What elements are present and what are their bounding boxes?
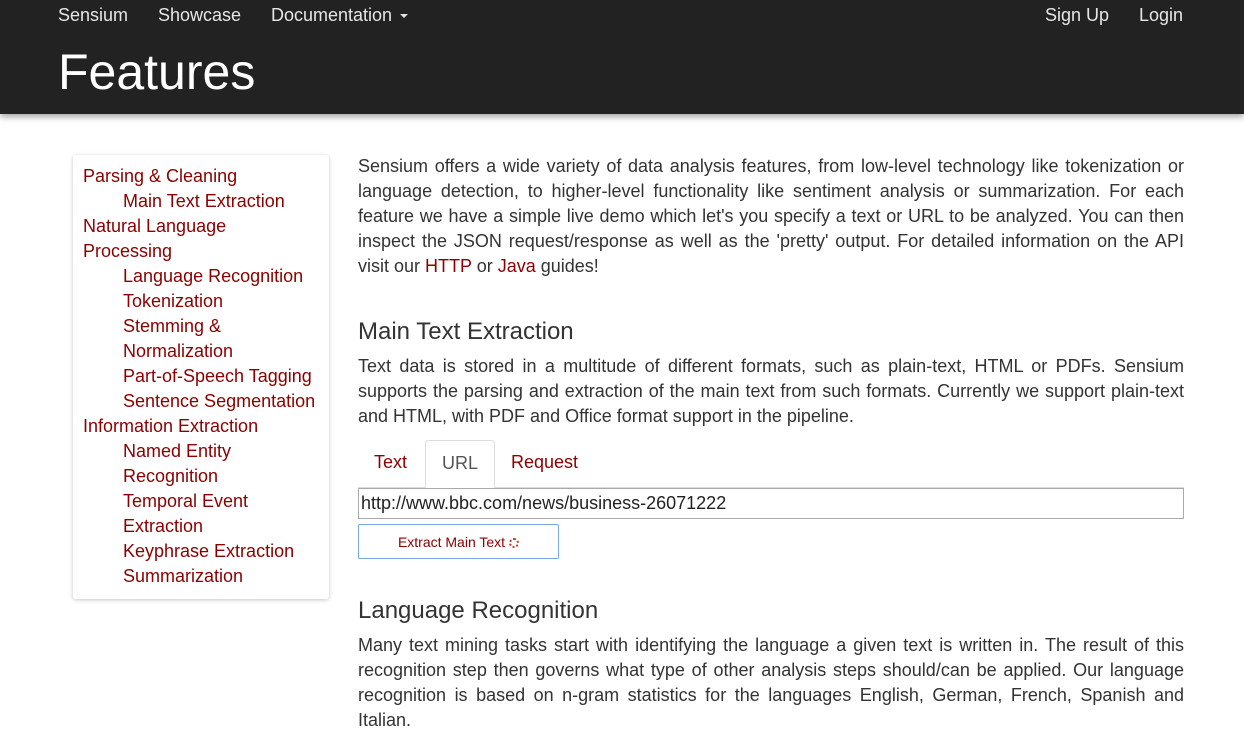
main-text-extraction-description: Text data is stored in a multitude of di… (358, 356, 1184, 426)
nav-documentation-label: Documentation (271, 5, 393, 25)
url-input[interactable] (358, 488, 1184, 519)
intro-or-text: or (471, 256, 498, 276)
input-tabs: Text URL Request (358, 440, 1184, 488)
sidebar-item-parsing-cleaning[interactable]: Parsing & Cleaning (83, 164, 321, 189)
page-title: Features (58, 44, 256, 100)
main-content: Sensium offers a wide variety of data an… (358, 154, 1184, 733)
sidebar-nav: Parsing & Cleaning Main Text Extraction … (73, 155, 329, 599)
sidebar-item-language-recognition[interactable]: Language Recognition (83, 264, 321, 289)
sidebar-item-temporal-event-extraction[interactable]: Temporal Event Extraction (83, 489, 263, 539)
language-recognition-description: Many text mining tasks start with identi… (358, 635, 1184, 730)
sidebar-item-sentence-segmentation[interactable]: Sentence Segmentation (83, 389, 321, 414)
sidebar-item-main-text-extraction[interactable]: Main Text Extraction (83, 189, 321, 214)
java-guide-link[interactable]: Java (498, 256, 536, 276)
extract-main-text-button[interactable]: Extract Main Text (358, 524, 559, 559)
sidebar-item-keyphrase-extraction[interactable]: Keyphrase Extraction (83, 539, 321, 564)
intro-paragraph: Sensium offers a wide variety of data an… (358, 154, 1184, 279)
caret-down-icon (400, 14, 409, 19)
sidebar-item-tokenization[interactable]: Tokenization (83, 289, 321, 314)
section-heading-main-text-extraction: Main Text Extraction (358, 318, 574, 345)
nav-login[interactable]: Login (1139, 4, 1183, 26)
top-header: Sensium Showcase Documentation Sign Up L… (0, 0, 1244, 114)
nav-brand-sensium[interactable]: Sensium (58, 4, 128, 26)
section-heading-language-recognition: Language Recognition (358, 597, 599, 624)
sidebar-item-named-entity-recognition[interactable]: Named Entity Recognition (83, 439, 248, 489)
loading-spinner-icon (509, 538, 520, 548)
sidebar-item-pos-tagging[interactable]: Part-of-Speech Tagging (83, 364, 321, 389)
sidebar-item-stemming-normalization[interactable]: Stemming & Normalization (83, 314, 243, 364)
tab-request[interactable]: Request (495, 440, 594, 486)
extract-button-label: Extract Main Text (397, 534, 506, 550)
tab-text[interactable]: Text (358, 440, 423, 486)
sidebar-item-summarization[interactable]: Summarization (83, 564, 321, 589)
sidebar-item-natural-language-processing[interactable]: Natural Language Processing (83, 214, 253, 264)
nav-signup[interactable]: Sign Up (1045, 4, 1109, 26)
sidebar-item-information-extraction[interactable]: Information Extraction (83, 414, 321, 439)
nav-documentation-dropdown[interactable]: Documentation (271, 4, 409, 26)
tab-url[interactable]: URL (425, 440, 496, 488)
nav-showcase[interactable]: Showcase (158, 4, 241, 26)
http-guide-link[interactable]: HTTP (425, 256, 472, 276)
intro-end-text: guides! (535, 256, 599, 276)
